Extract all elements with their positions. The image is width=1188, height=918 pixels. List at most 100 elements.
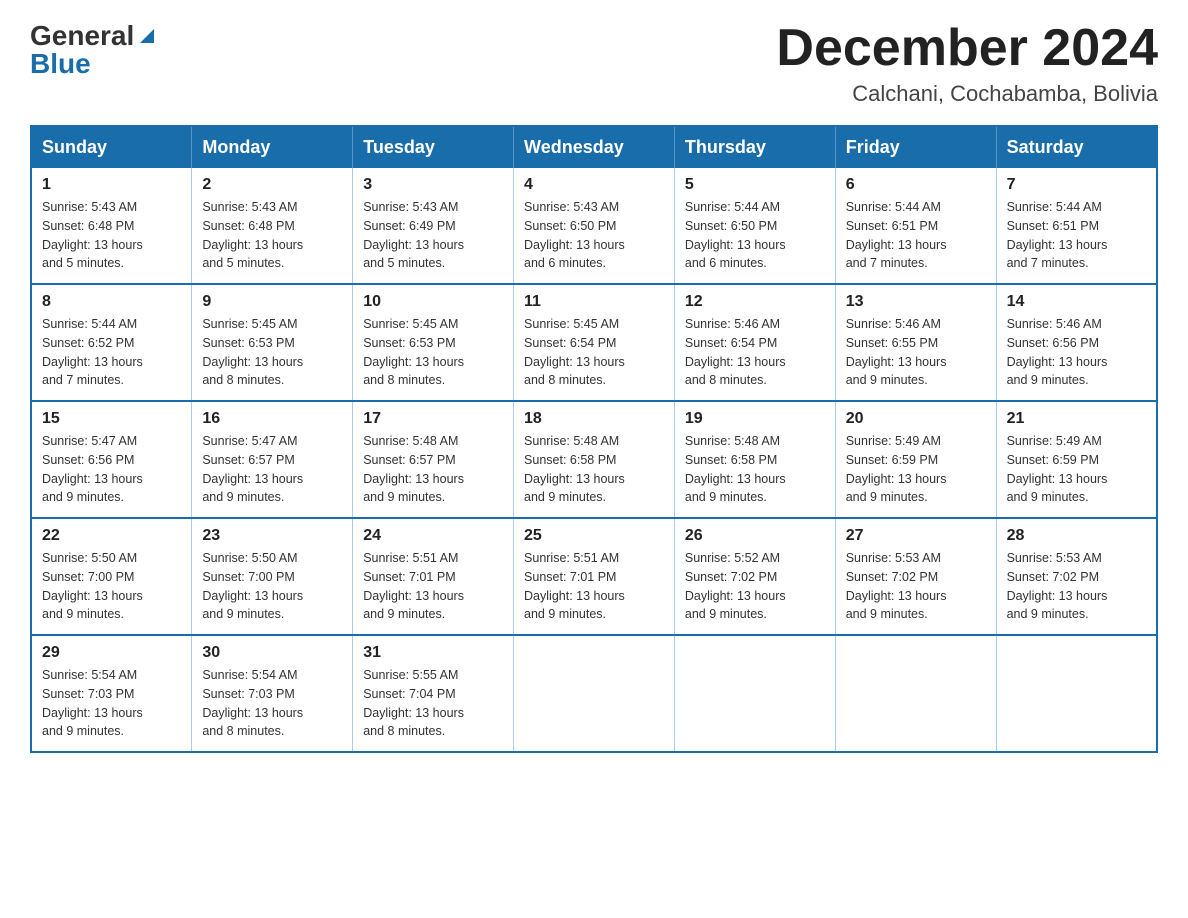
day-number: 29 xyxy=(42,644,181,662)
calendar-cell: 30Sunrise: 5:54 AMSunset: 7:03 PMDayligh… xyxy=(192,635,353,752)
day-info: Sunrise: 5:49 AMSunset: 6:59 PMDaylight:… xyxy=(1007,432,1146,507)
calendar-cell: 17 Sunrise: 5:48 AMSunset: 6:57 PMDayligh… xyxy=(353,401,514,518)
day-number: 9 xyxy=(202,293,342,311)
week-row-5: 29 Sunrise: 5:54 AMSunset: 7:03 PMDayligh… xyxy=(31,635,1157,752)
day-header-tuesday: Tuesday xyxy=(353,126,514,168)
day-header-wednesday: Wednesday xyxy=(514,126,675,168)
week-row-3: 15 Sunrise: 5:47 AMSunset: 6:56 PMDayligh… xyxy=(31,401,1157,518)
calendar-cell: 11Sunrise: 5:45 AMSunset: 6:54 PMDayligh… xyxy=(514,284,675,401)
day-info: Sunrise: 5:53 AMSunset: 7:02 PMDaylight:… xyxy=(846,549,986,624)
day-info: Sunrise: 5:43 AMSunset: 6:48 PMDaylight:… xyxy=(202,198,342,273)
days-header-row: SundayMondayTuesdayWednesdayThursdayFrid… xyxy=(31,126,1157,168)
day-number: 25 xyxy=(524,527,664,545)
location-title: Calchani, Cochabamba, Bolivia xyxy=(776,81,1158,107)
day-info: Sunrise: 5:46 AMSunset: 6:54 PMDaylight:… xyxy=(685,315,825,390)
day-number: 26 xyxy=(685,527,825,545)
day-header-saturday: Saturday xyxy=(996,126,1157,168)
day-header-monday: Monday xyxy=(192,126,353,168)
day-info: Sunrise: 5:55 AMSunset: 7:04 PMDaylight:… xyxy=(363,666,503,741)
calendar-cell: 4Sunrise: 5:43 AMSunset: 6:50 PMDaylight… xyxy=(514,168,675,284)
day-info: Sunrise: 5:47 AMSunset: 6:57 PMDaylight:… xyxy=(202,432,342,507)
calendar-cell: 12 Sunrise: 5:46 AMSunset: 6:54 PMDayligh… xyxy=(674,284,835,401)
day-info: Sunrise: 5:45 AMSunset: 6:54 PMDaylight:… xyxy=(524,315,664,390)
day-info: Sunrise: 5:44 AMSunset: 6:52 PMDaylight:… xyxy=(42,315,181,390)
day-info: Sunrise: 5:44 AMSunset: 6:51 PMDaylight:… xyxy=(846,198,986,273)
day-number: 27 xyxy=(846,527,986,545)
day-info: Sunrise: 5:43 AMSunset: 6:48 PMDaylight:… xyxy=(42,198,181,273)
day-number: 18 xyxy=(524,410,664,428)
calendar-cell: 18 Sunrise: 5:48 AMSunset: 6:58 PMDayligh… xyxy=(514,401,675,518)
day-number: 21 xyxy=(1007,410,1146,428)
calendar-cell: 23 Sunrise: 5:50 AMSunset: 7:00 PMDayligh… xyxy=(192,518,353,635)
calendar-cell: 26 Sunrise: 5:52 AMSunset: 7:02 PMDayligh… xyxy=(674,518,835,635)
day-number: 23 xyxy=(202,527,342,545)
day-info: Sunrise: 5:48 AMSunset: 6:58 PMDaylight:… xyxy=(685,432,825,507)
calendar-cell: 7Sunrise: 5:44 AMSunset: 6:51 PMDaylight… xyxy=(996,168,1157,284)
day-info: Sunrise: 5:45 AMSunset: 6:53 PMDaylight:… xyxy=(363,315,503,390)
page-header: General Blue December 2024 Calchani, Coc… xyxy=(30,20,1158,107)
day-info: Sunrise: 5:49 AMSunset: 6:59 PMDaylight:… xyxy=(846,432,986,507)
logo: General Blue xyxy=(30,20,158,80)
day-number: 7 xyxy=(1007,176,1146,194)
day-number: 28 xyxy=(1007,527,1146,545)
day-number: 22 xyxy=(42,527,181,545)
day-number: 2 xyxy=(202,176,342,194)
logo-triangle-icon xyxy=(136,25,158,47)
calendar-cell: 3Sunrise: 5:43 AMSunset: 6:49 PMDaylight… xyxy=(353,168,514,284)
day-number: 5 xyxy=(685,176,825,194)
day-header-sunday: Sunday xyxy=(31,126,192,168)
calendar-cell: 31 Sunrise: 5:55 AMSunset: 7:04 PMDayligh… xyxy=(353,635,514,752)
calendar-cell: 15 Sunrise: 5:47 AMSunset: 6:56 PMDayligh… xyxy=(31,401,192,518)
day-number: 20 xyxy=(846,410,986,428)
day-info: Sunrise: 5:47 AMSunset: 6:56 PMDaylight:… xyxy=(42,432,181,507)
day-info: Sunrise: 5:48 AMSunset: 6:58 PMDaylight:… xyxy=(524,432,664,507)
calendar-cell: 25 Sunrise: 5:51 AMSunset: 7:01 PMDayligh… xyxy=(514,518,675,635)
day-number: 31 xyxy=(363,644,503,662)
day-info: Sunrise: 5:46 AMSunset: 6:55 PMDaylight:… xyxy=(846,315,986,390)
day-number: 8 xyxy=(42,293,181,311)
week-row-4: 22 Sunrise: 5:50 AMSunset: 7:00 PMDayligh… xyxy=(31,518,1157,635)
day-number: 13 xyxy=(846,293,986,311)
day-number: 19 xyxy=(685,410,825,428)
calendar-cell: 13 Sunrise: 5:46 AMSunset: 6:55 PMDayligh… xyxy=(835,284,996,401)
week-row-1: 1 Sunrise: 5:43 AMSunset: 6:48 PMDaylight… xyxy=(31,168,1157,284)
day-info: Sunrise: 5:48 AMSunset: 6:57 PMDaylight:… xyxy=(363,432,503,507)
day-info: Sunrise: 5:46 AMSunset: 6:56 PMDaylight:… xyxy=(1007,315,1146,390)
day-info: Sunrise: 5:43 AMSunset: 6:49 PMDaylight:… xyxy=(363,198,503,273)
calendar-cell xyxy=(674,635,835,752)
day-info: Sunrise: 5:54 AMSunset: 7:03 PMDaylight:… xyxy=(42,666,181,741)
day-number: 10 xyxy=(363,293,503,311)
day-info: Sunrise: 5:44 AMSunset: 6:50 PMDaylight:… xyxy=(685,198,825,273)
calendar-cell xyxy=(835,635,996,752)
day-number: 15 xyxy=(42,410,181,428)
logo-blue-text: Blue xyxy=(30,48,91,80)
calendar-cell xyxy=(996,635,1157,752)
calendar-cell: 5 Sunrise: 5:44 AMSunset: 6:50 PMDaylight… xyxy=(674,168,835,284)
day-number: 24 xyxy=(363,527,503,545)
calendar-cell: 20 Sunrise: 5:49 AMSunset: 6:59 PMDayligh… xyxy=(835,401,996,518)
day-info: Sunrise: 5:45 AMSunset: 6:53 PMDaylight:… xyxy=(202,315,342,390)
calendar-cell: 14Sunrise: 5:46 AMSunset: 6:56 PMDayligh… xyxy=(996,284,1157,401)
day-number: 12 xyxy=(685,293,825,311)
day-info: Sunrise: 5:51 AMSunset: 7:01 PMDaylight:… xyxy=(524,549,664,624)
calendar-cell: 29 Sunrise: 5:54 AMSunset: 7:03 PMDayligh… xyxy=(31,635,192,752)
day-number: 17 xyxy=(363,410,503,428)
calendar-cell: 1 Sunrise: 5:43 AMSunset: 6:48 PMDaylight… xyxy=(31,168,192,284)
calendar-cell: 9 Sunrise: 5:45 AMSunset: 6:53 PMDaylight… xyxy=(192,284,353,401)
day-info: Sunrise: 5:52 AMSunset: 7:02 PMDaylight:… xyxy=(685,549,825,624)
day-number: 16 xyxy=(202,410,342,428)
day-number: 4 xyxy=(524,176,664,194)
calendar-cell: 8 Sunrise: 5:44 AMSunset: 6:52 PMDaylight… xyxy=(31,284,192,401)
day-header-friday: Friday xyxy=(835,126,996,168)
day-info: Sunrise: 5:50 AMSunset: 7:00 PMDaylight:… xyxy=(202,549,342,624)
month-title: December 2024 xyxy=(776,20,1158,77)
calendar-cell: 10 Sunrise: 5:45 AMSunset: 6:53 PMDayligh… xyxy=(353,284,514,401)
day-info: Sunrise: 5:54 AMSunset: 7:03 PMDaylight:… xyxy=(202,666,342,741)
calendar-table: SundayMondayTuesdayWednesdayThursdayFrid… xyxy=(30,125,1158,753)
calendar-cell: 24Sunrise: 5:51 AMSunset: 7:01 PMDayligh… xyxy=(353,518,514,635)
day-info: Sunrise: 5:50 AMSunset: 7:00 PMDaylight:… xyxy=(42,549,181,624)
day-number: 1 xyxy=(42,176,181,194)
day-info: Sunrise: 5:53 AMSunset: 7:02 PMDaylight:… xyxy=(1007,549,1146,624)
calendar-cell: 6Sunrise: 5:44 AMSunset: 6:51 PMDaylight… xyxy=(835,168,996,284)
calendar-cell: 21 Sunrise: 5:49 AMSunset: 6:59 PMDayligh… xyxy=(996,401,1157,518)
